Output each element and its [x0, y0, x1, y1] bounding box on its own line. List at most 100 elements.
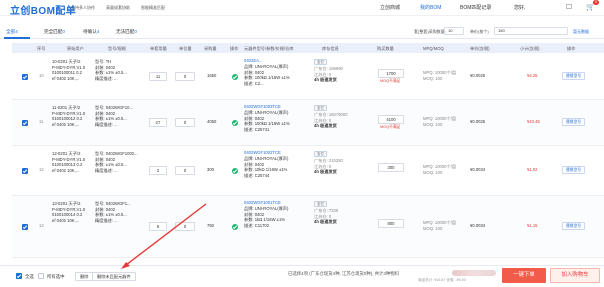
spec-line: 精度描述: ...	[95, 75, 118, 81]
row-index: 11	[39, 119, 44, 124]
part-number-link[interactable]: 0402WGF1002TCE	[244, 150, 281, 156]
select-all-label: 全选	[25, 274, 34, 279]
spec-line: 精度描述: ...	[95, 121, 118, 127]
purchase-qty-input[interactable]: 4100	[378, 115, 404, 124]
ship-speed: 4h 极速发货	[314, 77, 337, 83]
price-summary: 商品总计: ¥16.87 优惠: -¥0.00	[418, 278, 466, 282]
nav-lcsc-mall[interactable]: 立创商城	[380, 4, 400, 11]
tab-no-match[interactable]: 无法匹配0	[116, 29, 137, 35]
table-row: 12 12-0201 天子/2 P-MDY-DYR,V1.0 0100100013 0…	[12, 146, 604, 196]
selected-only-checkbox[interactable]	[38, 273, 44, 279]
ship-speed: 4h 极速发货	[314, 123, 337, 129]
col-action-a: 操作	[230, 45, 239, 51]
logo[interactable]: 立创BOM配单	[10, 2, 76, 17]
buy-qty-value: 300	[207, 167, 214, 172]
purchase-qty-input[interactable]: 300	[378, 163, 404, 172]
per-set-input[interactable]: 5	[149, 222, 167, 231]
nav-my-bom[interactable]: 我的BOM	[420, 4, 441, 11]
col-part: 元器件型号/参数/价格/仓库	[244, 45, 294, 51]
unit-input[interactable]: 150	[494, 27, 568, 35]
bell-icon[interactable]: ☐	[566, 3, 572, 11]
buy-qty-value: 1650	[207, 73, 217, 78]
purchase-qty-input[interactable]: 800	[378, 219, 404, 228]
row-checkbox[interactable]	[22, 224, 28, 230]
row-index: 12	[39, 167, 44, 172]
one-click-order-button[interactable]: 一键下单	[502, 268, 546, 283]
table-header: 序号 原始用户 型号/规格 单套用量 单位量 采购量 操作 元器件型号/参数/价…	[12, 43, 604, 53]
unit-qty-input[interactable]: 0	[175, 222, 195, 231]
row-index: 13	[39, 223, 44, 228]
part-detail-line: 描述: C25744	[244, 172, 270, 178]
matched-check-icon	[232, 120, 238, 126]
row-index: 10	[39, 73, 44, 78]
set-qty-input[interactable]: 10	[444, 27, 464, 35]
user-greeting[interactable]: 您好,	[514, 4, 525, 11]
col-mpq: MPQ/MOQ	[423, 45, 444, 51]
moq-warning: MOQ不满足	[380, 79, 401, 83]
col-unit-qty: 单位量	[179, 45, 192, 51]
unit-qty-input[interactable]: 0	[175, 166, 195, 175]
col-stock: 库存信息	[322, 45, 339, 51]
per-set-input[interactable]: 2	[149, 166, 167, 175]
subtotal-price: ¥10.45	[527, 119, 540, 124]
unit-label: 单价(按个)	[470, 29, 489, 34]
part-number-link[interactable]: 0402EA...	[244, 58, 262, 64]
matched-check-icon	[232, 224, 238, 230]
replace-part-button[interactable]: 替换型号	[562, 72, 586, 80]
ship-speed: 4h 极速发货	[314, 219, 337, 225]
replace-part-button[interactable]: 替换型号	[562, 166, 586, 174]
set-qty-label: 套(整套)采购数量:	[414, 29, 446, 34]
spec-line: 精度描述: ...	[95, 217, 118, 223]
per-set-input[interactable]: 27	[149, 118, 167, 127]
unit-qty-input[interactable]: 0	[175, 72, 195, 81]
tab-full-match[interactable]: 完全匹配0	[44, 29, 65, 35]
matched-check-icon	[232, 74, 238, 80]
part-detail-line: 描述: C25741	[244, 126, 270, 132]
matched-check-icon	[232, 168, 238, 174]
table-row: 13 13-0201 天子/2 P-MDY-DYR,V1.0 0100100014 0…	[12, 196, 604, 258]
table-row: 11 11-0201 天子/2 P-MDY-DYR,V1.0 0100100012 0…	[12, 100, 604, 146]
select-all-checkbox[interactable]	[16, 273, 22, 279]
purchase-qty-input[interactable]: 1700	[378, 69, 404, 78]
buy-qty-value: 750	[207, 223, 214, 228]
moq-line: MOQ: 100	[423, 121, 443, 127]
tab-all[interactable]: 全部4	[6, 29, 18, 35]
buy-qty-value: 4050	[207, 119, 217, 124]
unit-qty-input[interactable]: 0	[175, 118, 195, 127]
part-number-link[interactable]: 0402WGF1003TCE	[244, 104, 281, 110]
moq-line: MOQ: 100	[423, 75, 443, 81]
replace-part-button[interactable]: 替换型号	[562, 222, 586, 230]
add-to-cart-button[interactable]: 加入购物车	[550, 268, 600, 283]
stock-tag: 支付	[314, 59, 327, 65]
row-checkbox[interactable]	[22, 74, 28, 80]
feature-link-match[interactable]: 智能精准匹配	[141, 5, 165, 11]
delete-button[interactable]: 删除	[75, 272, 94, 281]
selected-only-label: 所有选中	[47, 274, 65, 279]
unit-price: ¥0.0034	[470, 167, 486, 172]
stock-tag: 支付	[314, 151, 327, 157]
moq-line: MOQ: 100	[423, 169, 443, 175]
feature-link-kit[interactable]: 高量成套协助	[106, 5, 130, 11]
moq-line: MOQ: 100	[423, 225, 443, 231]
col-unit-price: 单价(含税)	[470, 45, 490, 51]
top-header: 立创BOM配单 支持多人协作 高量成套协助 智能精准匹配 立创商城 我的BOM …	[0, 0, 604, 17]
moq-warning: MOQ不满足	[380, 125, 401, 129]
tab-to-confirm[interactable]: 待确认4	[83, 29, 99, 35]
feature-link-collab[interactable]: 支持多人协作	[71, 5, 95, 11]
subtotal-price: ¥4.25	[527, 73, 538, 78]
subtotal-price: ¥1.15	[527, 223, 538, 228]
unit-price: ¥0.0025	[470, 73, 486, 78]
row-checkbox[interactable]	[22, 120, 28, 126]
nav-bom-records[interactable]: BOM匹配记录	[460, 4, 491, 11]
subtotal-price: ¥1.02	[527, 167, 538, 172]
col-index: 序号	[37, 45, 46, 51]
delete-unmatched-button[interactable]: 删除未匹配元器件	[92, 272, 136, 281]
per-set-input[interactable]: 11	[149, 72, 167, 81]
part-detail-line: 描述: C2...	[244, 80, 264, 86]
toolbar-link[interactable]: 暂无数据	[573, 29, 589, 35]
unit-price: ¥0.0025	[470, 119, 486, 124]
cart-count-badge: 0	[593, 0, 599, 5]
replace-part-button[interactable]: 替换型号	[562, 118, 586, 126]
part-number-link[interactable]: 0402WGF1001TCE	[244, 200, 281, 206]
row-checkbox[interactable]	[22, 168, 28, 174]
